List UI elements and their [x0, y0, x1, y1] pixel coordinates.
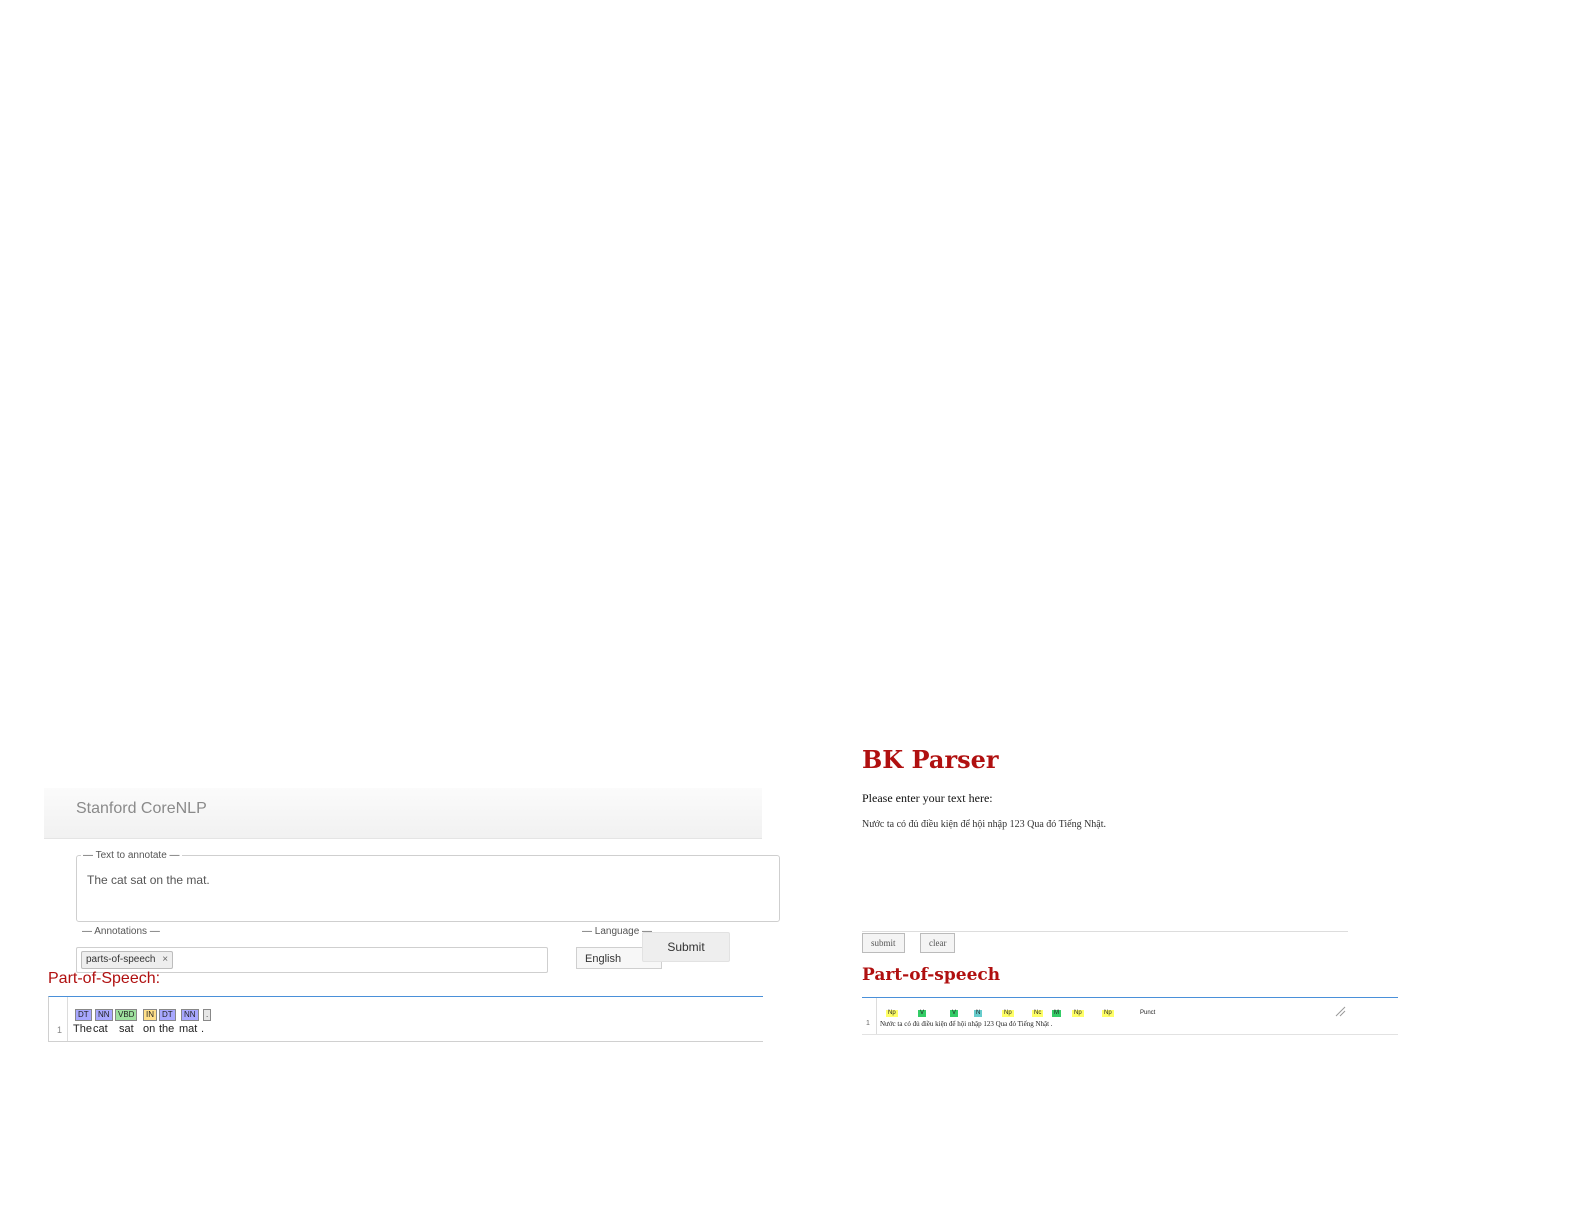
input-prompt: Please enter your text here: [862, 791, 993, 805]
line-gutter: 1 [49, 997, 68, 1041]
pos-tag: Nc [1032, 1010, 1044, 1017]
text-input[interactable] [862, 833, 1348, 1017]
annotation-chip-label: parts-of-speech [86, 954, 156, 965]
pos-tag: Np [886, 1010, 898, 1017]
pos-visualization: 1 DT NN VBD IN DT NN. The cat sat on the mat. [48, 996, 763, 1042]
tokenized-sentence: Nước ta có đủ điều kiện để hội nhập 123 … [880, 1020, 1053, 1028]
pos-tag: DT [159, 1009, 176, 1021]
close-icon[interactable]: × [162, 954, 168, 965]
pos-tag: M [1052, 1010, 1061, 1017]
pos-tag: . [203, 1009, 212, 1021]
pos-tag: V [950, 1010, 959, 1017]
submit-button[interactable]: Submit [642, 932, 730, 962]
text-to-annotate-legend: — Text to annotate — [83, 850, 180, 861]
submit-button[interactable]: submit [862, 933, 905, 953]
line-number: 1 [57, 1025, 63, 1035]
pos-heading: Part-of-speech [862, 965, 1001, 985]
text-to-annotate-fieldset: — Text to annotate — The cat sat on the … [76, 850, 780, 922]
pos-word: cat [93, 1023, 108, 1035]
pos-tag: Punct [1138, 1010, 1158, 1017]
pos-visualization: 1 Np V V N Np Nc M Np Np Punct Nước ta có đủ điều… [862, 997, 1398, 1035]
bk-parser-panel: BK Parser Please enter your text here: N… [860, 745, 1420, 1045]
text-to-annotate-input[interactable]: The cat sat on the mat. [87, 873, 747, 917]
pos-tag: Np [1072, 1010, 1084, 1017]
pos-tag: Np [1102, 1010, 1114, 1017]
pos-word: mat [179, 1023, 198, 1035]
clear-button[interactable]: clear [920, 933, 956, 953]
brand-title[interactable]: Stanford CoreNLP [76, 800, 207, 818]
line-number: 1 [866, 1020, 870, 1027]
pos-word: . [201, 1023, 205, 1035]
pos-tag: IN [143, 1009, 157, 1021]
pos-heading: Part-of-Speech: [48, 970, 161, 987]
sample-text: Nước ta có đủ điều kiện để hội nhập 123 … [862, 819, 1107, 830]
annotation-chip[interactable]: parts-of-speech × [81, 951, 174, 969]
pos-word: sat [119, 1023, 134, 1035]
annotations-fieldset: — Annotations — parts-of-speech × [76, 926, 548, 973]
pos-tag: Np [1002, 1010, 1014, 1017]
pos-word: the [159, 1023, 175, 1035]
pos-tag: N [974, 1010, 983, 1017]
pos-tag: NN [95, 1009, 113, 1021]
line-gutter: 1 [862, 998, 877, 1034]
navbar: Stanford CoreNLP [44, 788, 762, 839]
language-value: English [585, 953, 622, 965]
pos-tag: V [918, 1010, 927, 1017]
annotations-legend: — Annotations — [82, 926, 160, 937]
pos-word: The [73, 1023, 92, 1035]
pos-word: on [143, 1023, 156, 1035]
page-title: BK Parser [862, 745, 999, 774]
stanford-corenlp-panel: Stanford CoreNLP — Text to annotate — Th… [44, 788, 780, 1053]
pos-tag: NN [181, 1009, 199, 1021]
pos-tag: VBD [115, 1009, 138, 1021]
pos-tag: DT [75, 1009, 92, 1021]
